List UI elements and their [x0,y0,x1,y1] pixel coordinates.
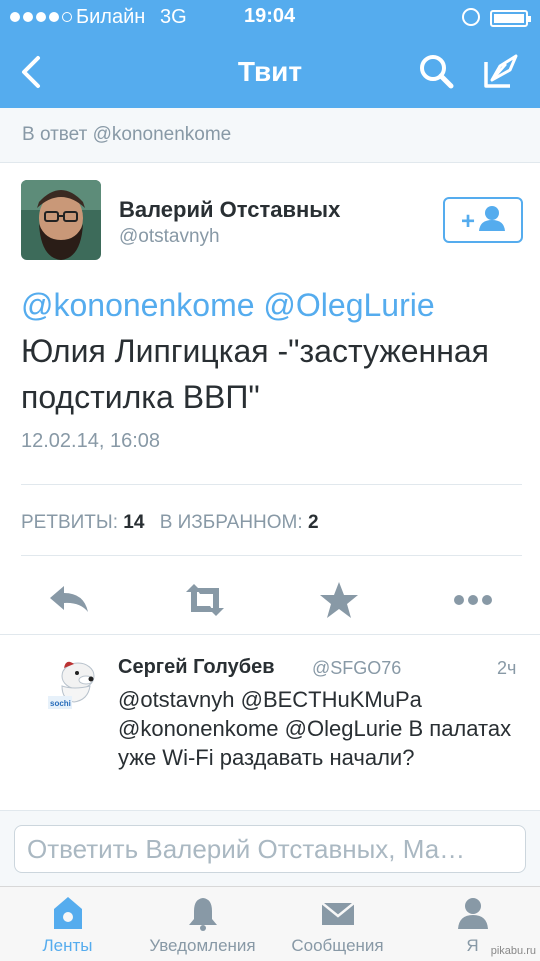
network-type: 3G [160,6,187,28]
clock: 19:04 [244,5,296,27]
alarm-icon [462,8,480,26]
favorite-button[interactable] [314,578,364,622]
avatar-image [21,180,101,260]
tab-label: Уведомления [149,936,256,955]
tweet-text: @kononenkome @OlegLurie Юлия Липгицкая -… [21,282,521,420]
tab-label: Сообщения [291,936,384,955]
follow-button[interactable]: + [443,197,523,243]
reply-context-text: В ответ @kononenkome [22,124,232,145]
tweet-mention[interactable]: @OlegLurie [263,287,434,323]
favorites-label: В ИЗБРАННОМ: [159,512,303,533]
reply-button[interactable] [46,578,96,622]
author-avatar[interactable] [21,180,101,260]
carrier-name: Билайн [76,6,146,28]
tab-label: Ленты [42,936,93,955]
home-icon [53,897,82,929]
more-icon [454,595,492,605]
bell-icon [188,898,217,931]
battery-icon [490,10,531,27]
follow-plus: + [461,208,475,235]
tab-messages[interactable]: Сообщения [270,887,405,961]
reply-author-handle[interactable]: @SFGO76 [312,658,401,679]
reply-compose-bar [0,810,540,887]
more-button[interactable] [448,578,498,622]
mascot-avatar-image: sochi [48,661,95,709]
divider [21,484,522,485]
author-name[interactable]: Валерий Отставных [119,197,340,223]
tab-notifications[interactable]: Уведомления [135,887,270,961]
tweet-stats: РЕТВИТЫ: 14 В ИЗБРАННОМ: 2 [21,512,329,534]
tweet-mention[interactable]: @kononenkome [21,287,255,323]
watermark: pikabu.ru [490,945,536,957]
compose-icon [484,54,518,88]
navigation-bar: Билайн 3G 19:04 Твит [0,0,540,108]
divider [0,634,540,635]
tab-bar: Ленты Уведомления Сообщения Я pikabu.ru [0,886,540,961]
tweet-date: 12.02.14, 16:08 [21,430,161,452]
retweets-label: РЕТВИТЫ: [21,512,118,533]
reply-context-bar[interactable]: В ответ @kononenkome [0,108,540,163]
search-button[interactable] [416,52,460,92]
reply-input[interactable] [14,825,526,873]
reply-author-avatar[interactable]: sochi [44,656,102,714]
envelope-icon [320,902,355,925]
favorites-count[interactable]: 2 [308,512,319,533]
divider [21,555,522,556]
sochi-logo-text: sochi [50,699,71,708]
tweet-body: Юлия Липгицкая -"застуженная подстилка В… [21,333,489,415]
search-icon [420,55,454,89]
tab-home[interactable]: Ленты [0,887,135,961]
profile-icon [457,898,488,929]
reply-author-name[interactable]: Сергей Голубев [118,656,274,679]
retweet-icon [186,584,224,616]
star-icon [320,582,358,618]
reply-icon [50,586,88,612]
status-bar: Билайн 3G 19:04 [0,0,540,36]
add-user-icon: + [461,206,505,235]
reply-text[interactable]: @otstavnyh @BECTHuKMuPa @kononenkome @Ol… [118,685,518,772]
retweet-button[interactable] [180,578,230,622]
reply-time: 2ч [497,658,517,678]
signal-strength-icon [10,12,72,22]
author-handle[interactable]: @otstavnyh [119,226,220,248]
retweets-count[interactable]: 14 [123,512,144,533]
compose-button[interactable] [480,52,524,92]
